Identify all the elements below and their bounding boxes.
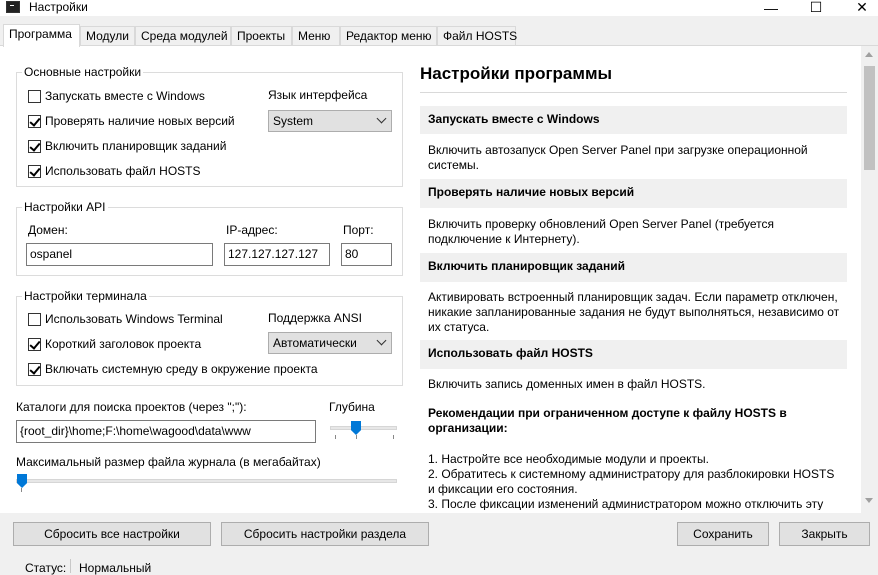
checkbox-box[interactable] — [28, 164, 41, 178]
tab-module-env[interactable]: Среда модулей — [135, 26, 231, 46]
scroll-down-icon[interactable] — [865, 498, 873, 503]
title-bar: Настройки — ☐ ✕ — [0, 0, 878, 16]
tab-program[interactable]: Программа — [3, 24, 80, 47]
help-recommend-heading: Рекомендации при ограниченном доступе к … — [428, 406, 787, 435]
maximize-button[interactable]: ☐ — [793, 0, 839, 16]
domain-label: Домен: — [28, 223, 68, 237]
language-label: Язык интерфейса — [268, 88, 368, 102]
slider-tick — [356, 435, 357, 439]
help-divider — [420, 92, 847, 93]
help-step: 3. После фиксации изменений администрато… — [428, 497, 824, 510]
system-env-checkbox[interactable]: Включать системную среду в окружение про… — [28, 362, 318, 376]
port-label: Порт: — [343, 223, 374, 237]
help-step: 2. Обратитесь к системному администратор… — [428, 467, 835, 496]
log-size-label: Максимальный размер файла журнала (в мег… — [16, 455, 321, 469]
ip-label: IP-адрес: — [226, 223, 278, 237]
scroll-up-icon[interactable] — [865, 52, 873, 57]
language-select[interactable]: System — [268, 110, 392, 132]
slider-tick — [393, 435, 394, 439]
checkbox-box[interactable] — [28, 362, 41, 376]
port-input[interactable]: 80 — [341, 243, 392, 266]
help-section-heading: Использовать файл HOSTS — [420, 340, 847, 369]
windows-terminal-checkbox[interactable]: Использовать Windows Terminal — [28, 312, 223, 326]
close-window-button[interactable]: ✕ — [839, 0, 878, 16]
select-value: Автоматически — [273, 336, 357, 350]
tab-menu-editor[interactable]: Редактор меню — [340, 26, 437, 46]
tab-strip: Программа Модули Среда модулей Проекты М… — [0, 24, 878, 47]
ansi-select[interactable]: Автоматически — [268, 332, 392, 354]
slider-tick — [21, 488, 22, 492]
help-section-heading: Проверять наличие новых версий — [420, 179, 847, 208]
depth-label: Глубина — [329, 400, 375, 414]
slider-tick — [335, 435, 336, 439]
scheduler-checkbox[interactable]: Включить планировщик заданий — [28, 139, 226, 153]
checkbox-box[interactable] — [28, 312, 41, 326]
checkbox-box[interactable] — [28, 114, 41, 128]
check-updates-checkbox[interactable]: Проверять наличие новых версий — [28, 114, 235, 128]
scrollbar-thumb[interactable] — [864, 66, 875, 170]
reset-section-button[interactable]: Сбросить настройки раздела — [221, 522, 429, 546]
minimize-button[interactable]: — — [748, 0, 794, 16]
help-title: Настройки программы — [420, 64, 613, 83]
chevron-down-icon — [376, 113, 387, 124]
help-section-text: Включить проверку обновлений Open Server… — [428, 217, 775, 246]
checkbox-label: Запускать вместе с Windows — [45, 89, 205, 103]
help-section-text: Включить запись доменных имен в файл HOS… — [428, 377, 706, 391]
close-button[interactable]: Закрыть — [779, 522, 870, 546]
status-divider — [70, 559, 71, 573]
checkbox-box[interactable] — [28, 139, 41, 153]
checkbox-label: Включить планировщик заданий — [45, 139, 227, 153]
checkbox-box[interactable] — [28, 337, 41, 351]
window-title: Настройки — [29, 0, 88, 14]
checkbox-label: Использовать Windows Terminal — [45, 312, 223, 326]
checkbox-label: Использовать файл HOSTS — [45, 164, 201, 178]
ansi-label: Поддержка ANSI — [268, 311, 362, 325]
checkbox-label: Включать системную среду в окружение про… — [45, 362, 318, 376]
group-title: Настройки API — [22, 199, 108, 215]
domain-input[interactable]: ospanel — [26, 243, 213, 266]
terminal-app-icon — [6, 1, 20, 13]
tab-modules[interactable]: Модули — [80, 26, 135, 46]
help-section-text: Включить автозапуск Open Server Panel пр… — [428, 143, 808, 172]
tab-hosts-file[interactable]: Файл HOSTS — [437, 26, 517, 46]
group-title: Настройки терминала — [22, 288, 149, 304]
help-section-heading: Включить планировщик заданий — [420, 253, 847, 282]
search-paths-label: Каталоги для поиска проектов (через ";")… — [16, 400, 247, 414]
checkbox-box[interactable] — [28, 89, 41, 103]
help-step: 1. Настройте все необходимые модули и пр… — [428, 452, 709, 466]
depth-slider-track[interactable] — [330, 426, 397, 430]
checkbox-label: Проверять наличие новых версий — [45, 114, 235, 128]
save-button[interactable]: Сохранить — [677, 522, 769, 546]
use-hosts-checkbox[interactable]: Использовать файл HOSTS — [28, 164, 200, 178]
status-bar: Статус: Нормальный — [0, 557, 878, 575]
short-header-checkbox[interactable]: Короткий заголовок проекта — [28, 337, 201, 351]
chevron-down-icon — [376, 335, 387, 346]
help-section-heading: Запускать вместе с Windows — [420, 106, 847, 134]
group-title: Основные настройки — [22, 64, 144, 80]
tab-menu[interactable]: Меню — [292, 26, 340, 46]
ip-input[interactable]: 127.127.127.127 — [224, 243, 330, 266]
checkbox-label: Короткий заголовок проекта — [45, 337, 202, 351]
log-size-slider-track[interactable] — [16, 479, 397, 483]
tab-projects[interactable]: Проекты — [231, 26, 292, 46]
help-section-text: Активировать встроенный планировщик зада… — [428, 290, 840, 334]
search-paths-input[interactable]: {root_dir}\home;F:\home\wagood\data\www — [16, 420, 316, 443]
autostart-checkbox[interactable]: Запускать вместе с Windows — [28, 89, 205, 103]
reset-all-button[interactable]: Сбросить все настройки — [13, 522, 211, 546]
select-value: System — [273, 114, 314, 128]
